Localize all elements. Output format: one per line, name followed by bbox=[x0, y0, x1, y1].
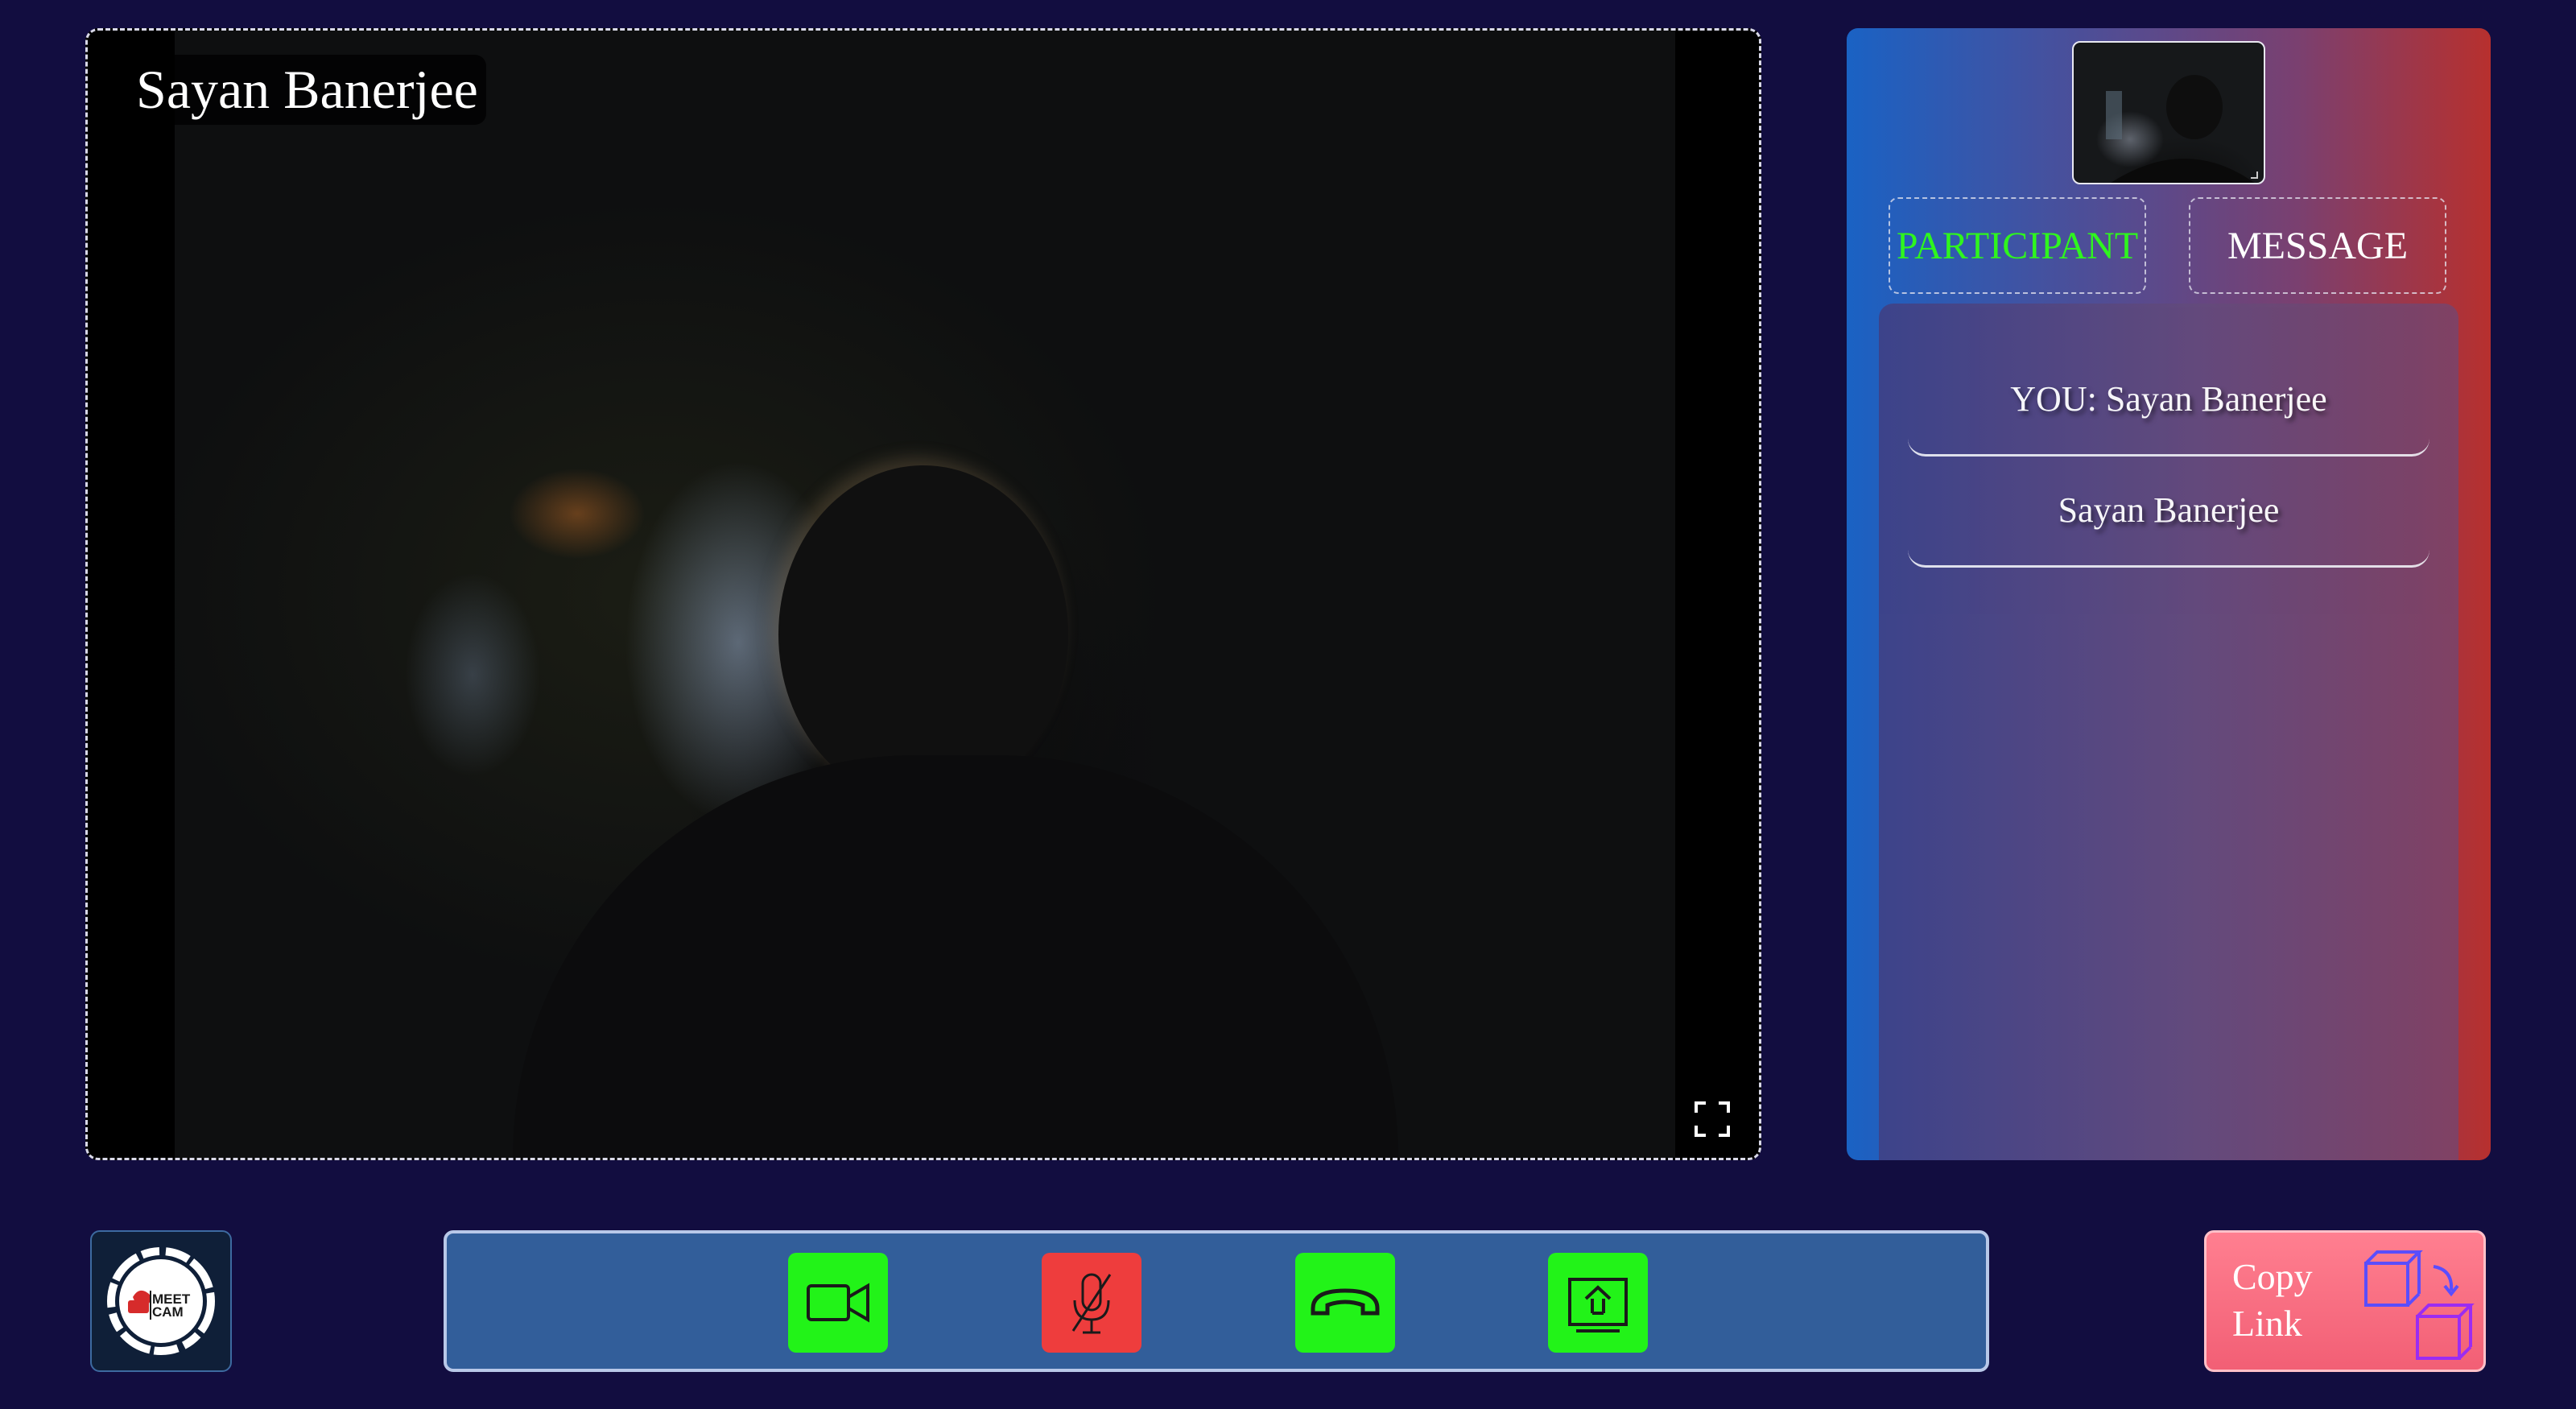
self-view-video[interactable] bbox=[2072, 41, 2265, 184]
video-camera-icon bbox=[807, 1283, 869, 1323]
copy-link-label-line2: Link bbox=[2232, 1303, 2302, 1344]
call-controls-bar bbox=[444, 1230, 1989, 1372]
participant-list: YOU: Sayan Banerjee Sayan Banerjee bbox=[1879, 304, 2458, 1160]
tab-message[interactable]: MESSAGE bbox=[2189, 197, 2446, 294]
logo-text-line2: CAM bbox=[152, 1304, 184, 1320]
participant-item-you: YOU: Sayan Banerjee bbox=[1908, 344, 2429, 457]
copy-link-label: Copy Link bbox=[2232, 1254, 2313, 1347]
tab-participant[interactable]: PARTICIPANT bbox=[1889, 197, 2146, 294]
copy-link-button[interactable]: Copy Link bbox=[2204, 1230, 2486, 1372]
participant-item: Sayan Banerjee bbox=[1908, 455, 2429, 568]
meetcam-logo: MEET CAM bbox=[90, 1230, 232, 1372]
video-person-head bbox=[778, 465, 1068, 804]
toggle-video-button[interactable] bbox=[788, 1253, 888, 1353]
video-feed bbox=[175, 31, 1675, 1158]
video-person-body bbox=[513, 755, 1398, 1158]
share-screen-button[interactable] bbox=[1548, 1253, 1648, 1353]
fullscreen-icon[interactable] bbox=[1695, 1101, 1730, 1137]
meeting-screen: Sayan Banerjee PARTICIPANT MESSAGE YOU: … bbox=[0, 0, 2576, 1409]
participant-name-tag: Sayan Banerjee bbox=[128, 55, 486, 125]
main-video-tile[interactable]: Sayan Banerjee bbox=[85, 28, 1761, 1160]
hang-up-button[interactable] bbox=[1295, 1253, 1395, 1353]
side-panel: PARTICIPANT MESSAGE YOU: Sayan Banerjee … bbox=[1847, 28, 2491, 1160]
mic-off-icon bbox=[1071, 1273, 1112, 1334]
toggle-mic-button[interactable] bbox=[1042, 1253, 1141, 1353]
copy-icon bbox=[2364, 1250, 2475, 1360]
screen-share-icon bbox=[1568, 1278, 1628, 1333]
phone-hangup-icon bbox=[1311, 1288, 1380, 1316]
copy-link-label-line1: Copy bbox=[2232, 1256, 2313, 1297]
